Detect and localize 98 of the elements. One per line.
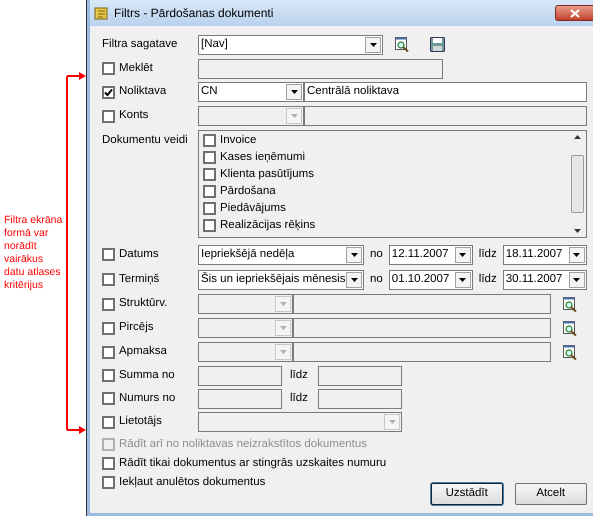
field-label: Termiņš (119, 272, 160, 287)
caret-icon (350, 252, 358, 256)
document-type-item[interactable]: Piedāvājums (220, 200, 286, 218)
field-label: Meklēt (119, 60, 153, 76)
option-label: Rādīt arī no noliktavas neizrakstītos dokumentus (119, 436, 368, 452)
dropdown-arrow-button[interactable] (454, 272, 471, 288)
option-label: Iekļaut anulētos dokumentus (119, 474, 266, 490)
template-dropdown[interactable]: [Nav] (198, 34, 383, 54)
document-type-item[interactable]: Klienta pasūtījums (220, 166, 314, 184)
dialog-button[interactable]: Uzstādīt (430, 483, 503, 505)
window-title: Filtrs - Pārdošanas dokumenti (114, 5, 274, 22)
dropdown-arrow-button[interactable] (346, 246, 362, 262)
option-label: Rādīt tikai dokumentus ar stingrās uzskaites numuru (119, 456, 386, 471)
annotation-text: Filtra ekrāna formā var norādīt vairākus datu atlases kritērijus (4, 214, 64, 292)
scroll-down-icon[interactable] (574, 229, 582, 233)
document-type-item[interactable]: Invoice (220, 132, 256, 150)
from-field[interactable] (198, 388, 282, 408)
checkbox[interactable] (102, 62, 115, 75)
date-picker[interactable]: 18.11.2007 (502, 244, 587, 264)
to-label: līdz (478, 272, 497, 287)
checkbox[interactable] (102, 86, 115, 98)
checkbox[interactable] (203, 151, 216, 164)
dropdown-arrow-button[interactable] (454, 246, 471, 262)
date-picker[interactable]: 01.10.2007 (388, 270, 473, 290)
checkbox[interactable] (102, 273, 115, 286)
code-dropdown[interactable]: CN (198, 82, 304, 102)
caret-icon (370, 42, 376, 46)
app-icon (94, 6, 109, 20)
field-label: Noliktava (119, 84, 166, 100)
close-button[interactable] (554, 5, 593, 21)
checkbox[interactable] (102, 248, 115, 261)
dropdown-arrow-button[interactable] (365, 36, 381, 52)
dropdown-arrow-button[interactable] (568, 246, 585, 262)
user-dropdown[interactable] (198, 412, 402, 432)
to-label: līdz (478, 246, 497, 262)
caret-icon (573, 278, 580, 282)
field-label: Datums (119, 246, 159, 262)
name-field[interactable] (293, 342, 551, 362)
dropdown-arrow-button[interactable] (286, 84, 302, 100)
caret-icon (280, 302, 286, 306)
checkbox[interactable] (203, 202, 216, 215)
to-field[interactable] (318, 388, 402, 408)
caret-icon (290, 90, 298, 94)
from-label: no (370, 246, 383, 262)
field-label: Dokumentu veidi (102, 133, 189, 148)
caret-icon (290, 114, 298, 118)
caret-icon (280, 350, 286, 354)
to-label: līdz (289, 390, 309, 406)
checkbox[interactable] (102, 457, 115, 470)
field-label: Konts (119, 108, 148, 124)
from-label: no (370, 272, 383, 287)
caret-icon (350, 278, 358, 282)
checkbox[interactable] (203, 168, 216, 181)
name-field[interactable] (293, 294, 551, 314)
name-field[interactable] (304, 106, 587, 126)
checkbox[interactable] (203, 185, 216, 198)
checkbox[interactable] (102, 369, 115, 382)
date-picker[interactable]: 30.11.2007 (502, 270, 587, 290)
name-field[interactable]: Centrālā noliktava (304, 82, 587, 102)
date-picker[interactable]: 12.11.2007 (388, 244, 473, 264)
name-field[interactable] (293, 318, 551, 338)
search-icon[interactable] (563, 344, 578, 360)
to-field[interactable] (318, 366, 402, 386)
to-label: līdz (289, 368, 309, 383)
field-label: Lietotājs (119, 414, 162, 430)
document-type-item[interactable]: Pārdošana (220, 182, 276, 200)
search-icon[interactable] (563, 320, 578, 336)
field-label: Pircējs (119, 320, 154, 336)
field-label: Apmaksa (119, 344, 167, 360)
document-type-item[interactable]: Kases ieņēmumi (220, 148, 306, 166)
search-icon[interactable] (395, 37, 410, 52)
period-dropdown[interactable]: Šis un iepriekšējais mēnesis (198, 270, 364, 290)
caret-icon (280, 326, 286, 330)
caret-icon (459, 278, 466, 282)
from-field[interactable] (198, 366, 282, 386)
dropdown-arrow-button[interactable] (568, 272, 585, 288)
save-icon[interactable] (430, 37, 445, 52)
field-label: Summa no (119, 368, 175, 383)
caret-icon (388, 420, 396, 424)
checkbox[interactable] (203, 219, 216, 232)
checkbox[interactable] (102, 392, 115, 405)
checkbox[interactable] (203, 134, 216, 147)
checkbox[interactable] (102, 476, 115, 489)
dropdown-arrow-button[interactable] (346, 272, 362, 288)
scroll-up-icon[interactable] (574, 135, 582, 139)
document-type-item[interactable]: Realizācijas rēķins (220, 216, 316, 234)
field-label: Numurs no (119, 390, 176, 406)
field-label: Filtra sagatave (102, 36, 178, 52)
search-icon[interactable] (563, 296, 578, 312)
caret-icon (573, 252, 580, 256)
scroll-thumb[interactable] (571, 155, 584, 213)
caret-icon (459, 252, 466, 256)
field-label: Struktūrv. (119, 296, 168, 312)
period-dropdown[interactable]: Iepriekšējā nedēļa (198, 244, 364, 264)
checkbox[interactable] (102, 416, 115, 428)
dialog-button[interactable]: Atcelt (514, 483, 587, 505)
close-icon (570, 8, 580, 18)
search-field[interactable] (198, 58, 443, 78)
